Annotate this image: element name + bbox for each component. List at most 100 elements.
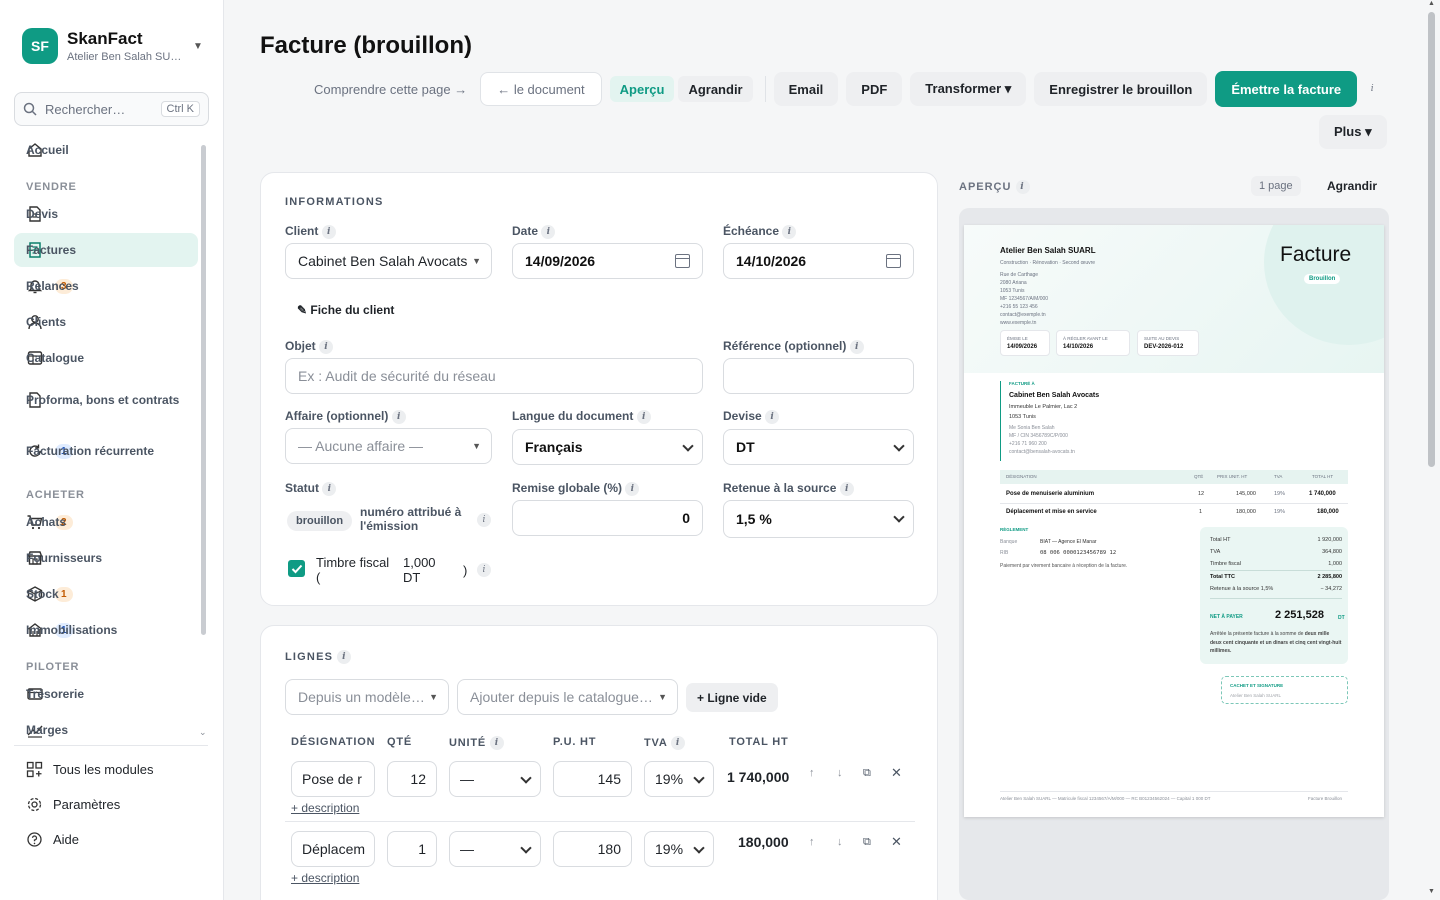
client-select[interactable]: Cabinet Ben Salah Avocats ▼ bbox=[285, 243, 492, 279]
info-icon[interactable]: i bbox=[636, 409, 651, 424]
info-icon[interactable]: i bbox=[849, 339, 864, 354]
unit-select[interactable]: — bbox=[449, 831, 541, 867]
stamp-checkbox[interactable] bbox=[288, 560, 305, 577]
sidebar-item-catalogue[interactable]: Catalogue bbox=[14, 341, 198, 375]
understand-page-link[interactable]: Comprendre cette page → bbox=[314, 82, 467, 97]
withholding-select[interactable]: 1,5 % bbox=[723, 500, 914, 538]
scroll-down-icon[interactable]: ▼ bbox=[1428, 888, 1435, 895]
scroll-down-icon[interactable]: ⌄ bbox=[199, 727, 207, 738]
info-icon[interactable]: i bbox=[391, 409, 406, 424]
date-input[interactable]: 14/09/2026 bbox=[512, 243, 703, 279]
calendar-icon[interactable] bbox=[675, 254, 690, 268]
delete-icon[interactable]: ✕ bbox=[891, 765, 902, 781]
email-button[interactable]: Email bbox=[773, 72, 839, 106]
from-model-select[interactable]: Depuis un modèle… ▼ bbox=[285, 679, 449, 715]
designation-input[interactable]: Déplacem bbox=[291, 831, 375, 867]
sidebar-item-immobilisations[interactable]: Immobilisations 1 bbox=[14, 613, 198, 647]
doc-payment-note: Paiement par virement bancaire à récepti… bbox=[1000, 563, 1128, 569]
save-draft-button[interactable]: Enregistrer le brouillon bbox=[1034, 72, 1208, 106]
brand-switcher[interactable]: SF SkanFact Atelier Ben Salah SU… bbox=[22, 28, 181, 64]
affair-select[interactable]: — Aucune affaire — ▼ bbox=[285, 428, 492, 464]
duplicate-icon[interactable]: ⧉ bbox=[863, 836, 871, 849]
info-icon[interactable]: i bbox=[337, 650, 352, 664]
object-input[interactable]: Ex : Audit de sécurité du réseau bbox=[285, 358, 703, 394]
sidebar-item-factures[interactable]: Factures bbox=[14, 233, 198, 267]
info-icon[interactable]: i bbox=[782, 224, 797, 239]
info-icon[interactable]: i bbox=[322, 481, 337, 496]
enlarge-toggle[interactable]: Agrandir bbox=[678, 76, 753, 102]
pdf-button[interactable]: PDF bbox=[846, 72, 903, 106]
caret-down-icon: ▼ bbox=[472, 256, 481, 266]
info-icon[interactable]: i bbox=[839, 481, 854, 496]
info-icon[interactable]: i bbox=[321, 224, 336, 239]
sidebar-item-accueil[interactable]: Accueil bbox=[14, 133, 198, 167]
search-input[interactable]: Rechercher… Ctrl K bbox=[14, 92, 209, 126]
from-catalog-select[interactable]: Ajouter depuis le catalogue… ▼ bbox=[457, 679, 678, 715]
add-empty-line-button[interactable]: + Ligne vide bbox=[686, 683, 778, 712]
price-input[interactable]: 180 bbox=[553, 831, 632, 867]
stamp-close: ) bbox=[463, 563, 468, 578]
vat-select[interactable]: 19% bbox=[644, 831, 714, 867]
info-icon[interactable]: i bbox=[319, 339, 334, 354]
delete-icon[interactable]: ✕ bbox=[891, 834, 902, 850]
more-button[interactable]: Plus ▾ bbox=[1319, 115, 1387, 149]
due-date-input[interactable]: 14/10/2026 bbox=[723, 243, 914, 279]
sidebar-item-devis[interactable]: Devis bbox=[14, 197, 198, 231]
info-icon[interactable]: i bbox=[541, 224, 556, 239]
transform-button[interactable]: Transformer ▾ bbox=[910, 72, 1027, 106]
sidebar-item-achats[interactable]: Achats 2 bbox=[14, 505, 198, 539]
sidebar-item-proforma[interactable]: Proforma, bons et contrats bbox=[14, 377, 198, 423]
withholding-value: 1,5 % bbox=[736, 511, 772, 527]
chevron-down-icon[interactable]: ▼ bbox=[193, 41, 203, 52]
add-description-link[interactable]: + description bbox=[291, 871, 359, 885]
sidebar-item-marges[interactable]: Marges bbox=[14, 713, 198, 738]
calendar-icon[interactable] bbox=[886, 254, 901, 268]
sidebar-item-settings[interactable]: Paramètres bbox=[14, 789, 198, 819]
issue-invoice-button[interactable]: Émettre la facture bbox=[1215, 71, 1358, 107]
sidebar-item-tresorerie[interactable]: Trésorerie bbox=[14, 677, 198, 711]
move-up-icon[interactable]: ↑ bbox=[809, 767, 815, 779]
info-icon[interactable]: i bbox=[1365, 82, 1379, 96]
page-scrollbar[interactable] bbox=[1428, 12, 1435, 467]
move-down-icon[interactable]: ↓ bbox=[837, 836, 843, 848]
info-icon[interactable]: i bbox=[671, 736, 686, 750]
back-to-document-button[interactable]: ← le document bbox=[480, 72, 602, 106]
currency-select[interactable]: DT bbox=[723, 429, 914, 465]
price-input[interactable]: 145 bbox=[553, 761, 632, 797]
preview-enlarge-button[interactable]: Agrandir bbox=[1327, 179, 1377, 193]
language-select[interactable]: Français bbox=[512, 429, 703, 465]
doc-client-contact: MF / CIN 3456789C/P/000 bbox=[1009, 433, 1068, 439]
sidebar-item-relances[interactable]: Relances 3 bbox=[14, 269, 198, 303]
sidebar-item-fournisseurs[interactable]: Fournisseurs bbox=[14, 541, 198, 575]
doc-client-contact: contact@bensalah-avocats.tn bbox=[1009, 449, 1075, 455]
sidebar-item-all-modules[interactable]: Tous les modules bbox=[14, 754, 198, 784]
move-down-icon[interactable]: ↓ bbox=[837, 767, 843, 779]
doc-footer-right: Facture Brouillon bbox=[1308, 796, 1343, 801]
sidebar-scrollbar[interactable] bbox=[201, 145, 206, 635]
sidebar-item-help[interactable]: Aide bbox=[14, 824, 198, 854]
reference-input[interactable] bbox=[723, 358, 914, 394]
sidebar-item-clients[interactable]: Clients bbox=[14, 305, 198, 339]
unit-select[interactable]: — bbox=[449, 761, 541, 797]
sidebar-item-recurrente[interactable]: Facturation récurrente 1 bbox=[14, 428, 198, 474]
sidebar-item-stock[interactable]: Stock 1 bbox=[14, 577, 198, 611]
duplicate-icon[interactable]: ⧉ bbox=[863, 767, 871, 780]
quantity-input[interactable]: 12 bbox=[387, 761, 437, 797]
info-icon[interactable]: i bbox=[1015, 180, 1030, 194]
column-header: TOTAL HT bbox=[729, 736, 789, 748]
info-icon[interactable]: i bbox=[477, 513, 491, 527]
scroll-up-icon[interactable]: ▲ bbox=[1428, 0, 1435, 7]
info-icon[interactable]: i bbox=[625, 481, 640, 496]
preview-toggle[interactable]: Aperçu bbox=[609, 76, 675, 102]
designation-input[interactable]: Pose de r bbox=[291, 761, 375, 797]
add-description-link[interactable]: + description bbox=[291, 801, 359, 815]
info-icon[interactable]: i bbox=[765, 409, 780, 424]
discount-input[interactable]: 0 bbox=[512, 500, 703, 536]
info-icon[interactable]: i bbox=[489, 736, 504, 750]
info-icon[interactable]: i bbox=[477, 563, 491, 577]
vat-select[interactable]: 19% bbox=[644, 761, 714, 797]
section-piloter: PILOTER bbox=[26, 661, 80, 673]
quantity-input[interactable]: 1 bbox=[387, 831, 437, 867]
client-sheet-link[interactable]: ✎ Fiche du client bbox=[297, 303, 394, 317]
move-up-icon[interactable]: ↑ bbox=[809, 836, 815, 848]
